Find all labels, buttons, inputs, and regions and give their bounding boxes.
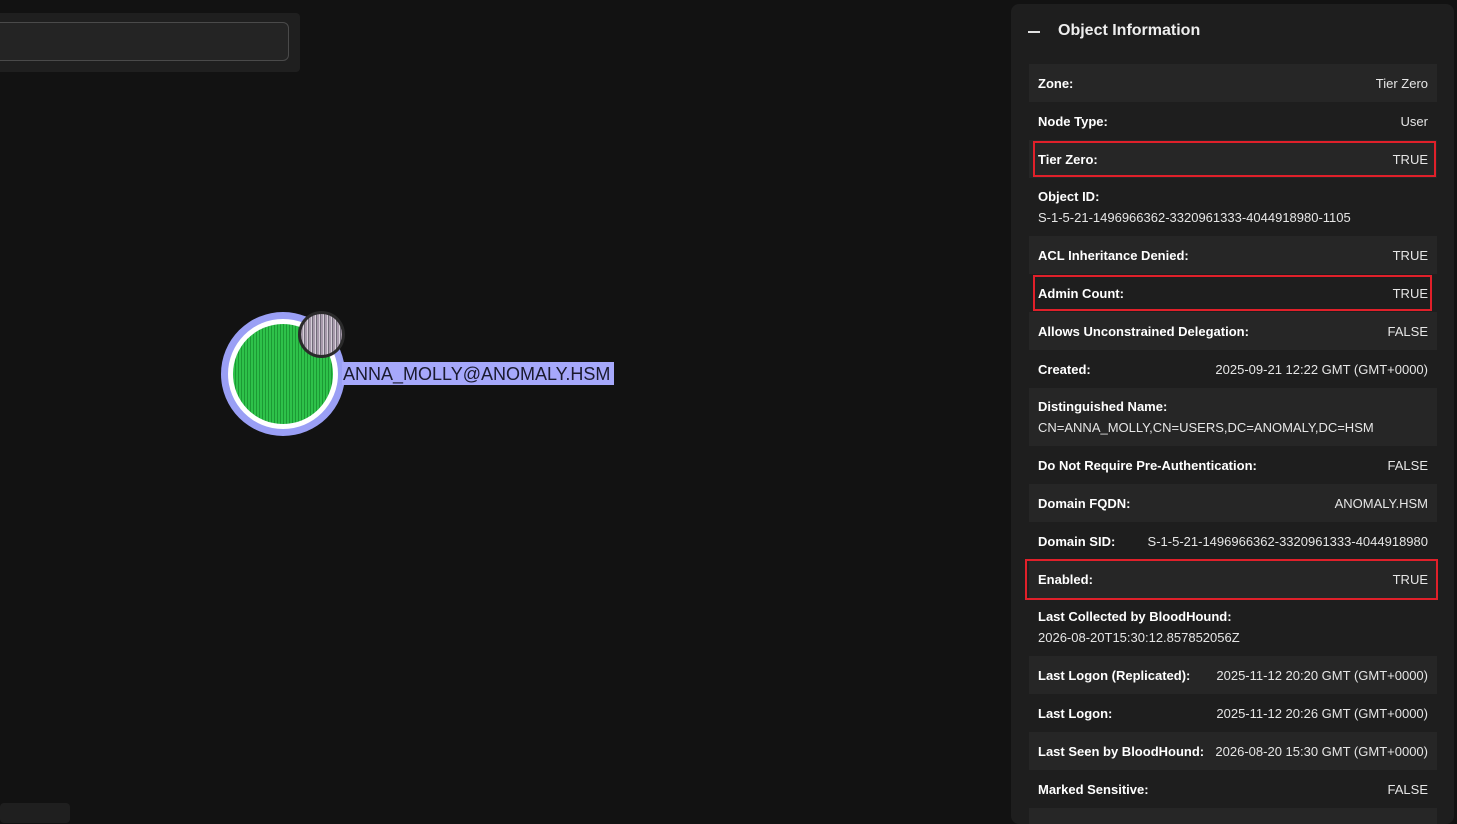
property-value: TRUE xyxy=(1392,247,1428,263)
property-key: Enabled: xyxy=(1038,571,1093,587)
property-key: Distinguished Name: xyxy=(1038,399,1168,414)
property-list: Zone: Tier Zero Node Type: User Tier Zer… xyxy=(1025,64,1438,824)
property-key: ACL Inheritance Denied: xyxy=(1038,247,1189,263)
property-row-distinguished-name: Distinguished Name: CN=ANNA_MOLLY,CN=USE… xyxy=(1029,388,1437,446)
property-row-admin-count: Admin Count: TRUE xyxy=(1029,274,1437,312)
property-value: FALSE xyxy=(1387,457,1428,473)
property-value: 2025-11-12 20:20 GMT (GMT+0000) xyxy=(1216,667,1428,683)
property-key: Last Logon (Replicated): xyxy=(1038,667,1191,683)
property-row-last-collected: Last Collected by BloodHound: 2026-08-20… xyxy=(1029,598,1437,656)
property-row-last-logon: Last Logon: 2025-11-12 20:26 GMT (GMT+00… xyxy=(1029,694,1437,732)
property-row-object-id: Object ID: S-1-5-21-1496966362-332096133… xyxy=(1029,178,1437,236)
graph-controls[interactable] xyxy=(0,803,70,823)
node-label[interactable]: ANNA_MOLLY@ANOMALY.HSM xyxy=(342,362,615,385)
property-value: FALSE xyxy=(1387,781,1428,797)
property-row-enabled: Enabled: TRUE xyxy=(1025,559,1438,600)
property-row-domain-sid: Domain SID: S-1-5-21-1496966362-33209613… xyxy=(1029,522,1437,560)
panel-title: Object Information xyxy=(1058,22,1201,39)
property-value: ANOMALY.HSM xyxy=(1334,495,1428,511)
badge-glyph xyxy=(301,314,342,355)
property-value: 2026-08-20 15:30 GMT (GMT+0000) xyxy=(1215,743,1428,759)
property-value: TRUE xyxy=(1392,151,1428,167)
property-key: Zone: xyxy=(1038,75,1074,91)
object-information-panel: Object Information Zone: Tier Zero Node … xyxy=(1011,4,1454,824)
property-key: Tier Zero: xyxy=(1038,151,1098,167)
property-key: Admin Count: xyxy=(1038,285,1124,301)
property-row-created: Created: 2025-09-21 12:22 GMT (GMT+0000) xyxy=(1029,350,1437,388)
property-key: Domain FQDN: xyxy=(1038,495,1131,511)
property-row-unconstrained-delegation: Allows Unconstrained Delegation: FALSE xyxy=(1029,312,1437,350)
property-value: 2025-09-21 12:22 GMT (GMT+0000) xyxy=(1215,361,1428,377)
property-row-marked-sensitive: Marked Sensitive: FALSE xyxy=(1029,770,1437,808)
property-value: S-1-5-21-1496966362-3320961333-404491898… xyxy=(1147,533,1428,549)
property-row-last-logon-replicated: Last Logon (Replicated): 2025-11-12 20:2… xyxy=(1029,656,1437,694)
panel-header[interactable]: Object Information xyxy=(1011,4,1454,60)
property-key: Last Seen by BloodHound: xyxy=(1038,743,1205,759)
property-row-zone: Zone: Tier Zero xyxy=(1029,64,1437,102)
property-key: Do Not Require Pre-Authentication: xyxy=(1038,457,1257,473)
property-value: CN=ANNA_MOLLY,CN=USERS,DC=ANOMALY,DC=HSM xyxy=(1038,420,1374,435)
property-row-node-type: Node Type: User xyxy=(1029,102,1437,140)
property-value: FALSE xyxy=(1387,323,1428,339)
property-key: Object ID: xyxy=(1038,189,1100,204)
property-value: User xyxy=(1400,113,1428,129)
property-key: Allows Unconstrained Delegation: xyxy=(1038,323,1249,339)
property-row-acl-inheritance-denied: ACL Inheritance Denied: TRUE xyxy=(1029,236,1437,274)
property-key: Marked Sensitive: xyxy=(1038,781,1149,797)
search-panel xyxy=(0,13,300,72)
property-row-last-seen: Last Seen by BloodHound: 2026-08-20 15:3… xyxy=(1029,732,1437,770)
property-row-next xyxy=(1029,808,1437,824)
property-key: Last Logon: xyxy=(1038,705,1113,721)
property-key: Node Type: xyxy=(1038,113,1108,129)
property-key: Last Collected by BloodHound: xyxy=(1038,609,1232,624)
minus-icon[interactable] xyxy=(1028,31,1040,33)
search-input[interactable] xyxy=(0,22,289,61)
property-value: TRUE xyxy=(1392,571,1428,587)
property-key: Created: xyxy=(1038,361,1091,377)
property-key: Domain SID: xyxy=(1038,533,1116,549)
tier-zero-badge-icon xyxy=(298,311,345,358)
property-value: Tier Zero xyxy=(1375,75,1428,91)
property-value: TRUE xyxy=(1392,285,1428,301)
property-value: 2026-08-20T15:30:12.857852056Z xyxy=(1038,630,1240,645)
property-value: 2025-11-12 20:26 GMT (GMT+0000) xyxy=(1216,705,1428,721)
property-value: S-1-5-21-1496966362-3320961333-404491898… xyxy=(1038,210,1351,225)
property-row-no-preauth: Do Not Require Pre-Authentication: FALSE xyxy=(1029,446,1437,484)
property-row-tier-zero: Tier Zero: TRUE xyxy=(1029,140,1437,178)
property-row-domain-fqdn: Domain FQDN: ANOMALY.HSM xyxy=(1029,484,1437,522)
